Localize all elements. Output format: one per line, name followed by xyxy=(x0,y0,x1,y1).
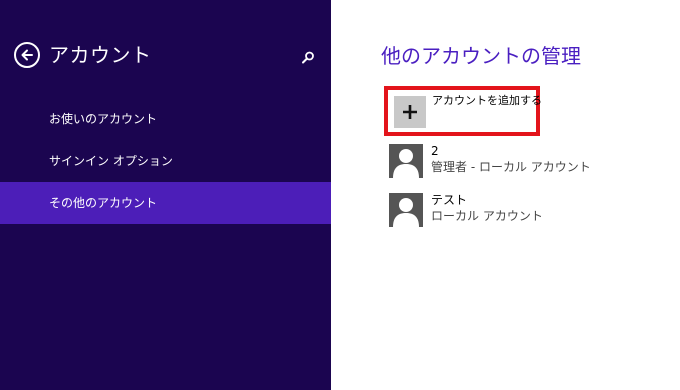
sidebar-title: アカウント xyxy=(49,43,152,67)
sidebar-item-label: サインイン オプション xyxy=(49,154,173,168)
add-account-button[interactable]: アカウントを追加する xyxy=(384,86,542,136)
account-item-2[interactable]: 2 管理者 - ローカル アカウント xyxy=(389,144,609,182)
account-item-test[interactable]: テスト ローカル アカウント xyxy=(389,193,609,231)
sidebar-item-sign-in-options[interactable]: サインイン オプション xyxy=(0,140,331,182)
user-avatar-icon xyxy=(389,144,423,178)
add-account-label: アカウントを追加する xyxy=(432,94,542,107)
back-arrow-icon xyxy=(21,49,33,61)
page-title: 他のアカウントの管理 xyxy=(381,44,581,68)
account-name: テスト xyxy=(431,193,468,207)
search-icon xyxy=(302,51,314,64)
account-name: 2 xyxy=(431,144,439,158)
add-tile xyxy=(394,96,426,128)
sidebar-item-other-accounts[interactable]: その他のアカウント xyxy=(0,182,331,224)
account-type: 管理者 - ローカル アカウント xyxy=(431,160,591,174)
account-type: ローカル アカウント xyxy=(431,209,543,223)
sidebar-item-label: その他のアカウント xyxy=(49,196,158,210)
search-button[interactable] xyxy=(300,50,316,66)
sidebar: アカウント お使いのアカウント サインイン オプション その他のアカウント xyxy=(0,0,331,390)
user-avatar-icon xyxy=(389,193,423,227)
sidebar-item-label: お使いのアカウント xyxy=(49,112,158,126)
sidebar-item-your-account[interactable]: お使いのアカウント xyxy=(0,98,331,140)
plus-icon xyxy=(403,105,417,119)
back-button[interactable] xyxy=(14,42,40,68)
